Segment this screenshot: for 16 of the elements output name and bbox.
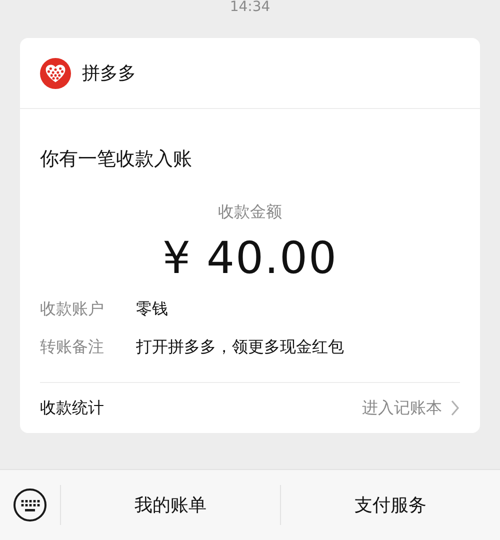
detail-label: 收款账户 [40, 298, 105, 320]
detail-label: 转账备注 [40, 336, 105, 358]
chevron-right-icon [450, 400, 460, 416]
ledger-link[interactable]: 进入记账本 [362, 398, 460, 418]
heart-logo-icon [40, 58, 71, 88]
keyboard-icon [13, 488, 47, 522]
stats-label: 收款统计 [40, 398, 104, 418]
app-name: 拼多多 [82, 62, 136, 85]
message-title: 你有一笔收款入账 [40, 147, 193, 172]
detail-value: 零钱 [136, 298, 168, 320]
amount-label: 收款金额 [218, 202, 282, 223]
menu-button[interactable]: 支付服务 [281, 477, 500, 533]
detail-value: 打开拼多多，领更多现金红包 [136, 336, 344, 358]
menu-button[interactable]: 我的账单 [61, 477, 280, 533]
status-time: 14:34 [230, 0, 270, 14]
amount-value: ¥ 40.00 [162, 233, 338, 284]
